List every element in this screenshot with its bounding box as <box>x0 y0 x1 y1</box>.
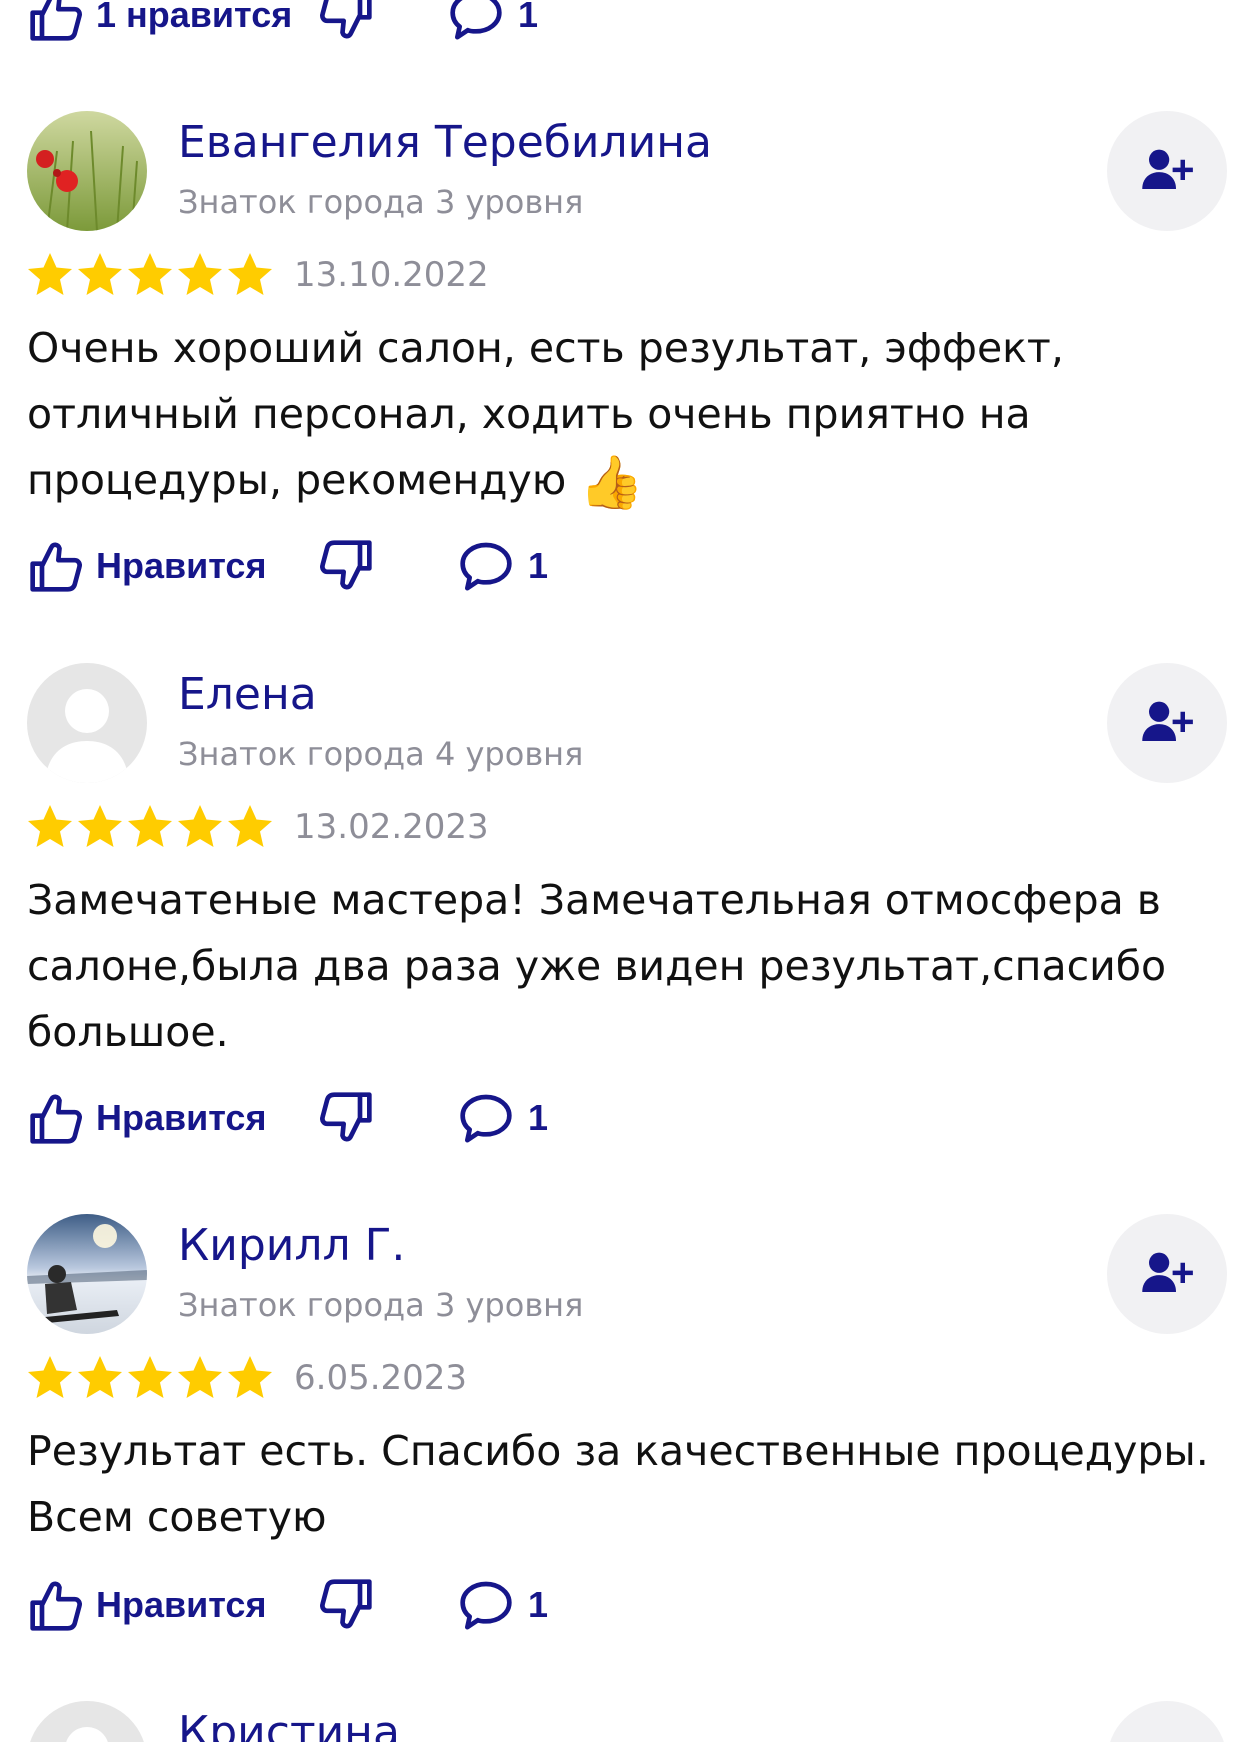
comments-count: 1 <box>528 1584 549 1625</box>
review-date: 13.10.2022 <box>294 255 489 295</box>
author-level: Знаток города 3 уровня <box>178 183 584 221</box>
thumb-up-icon <box>28 538 84 594</box>
dislike-button[interactable] <box>318 0 448 50</box>
review-text-body: Очень хороший салон, есть результат, эфф… <box>27 324 1064 504</box>
author-name[interactable]: Кирилл Г. <box>178 1220 405 1273</box>
top-review-actions: 1 нравится 1 <box>28 0 538 50</box>
add-user-icon <box>1140 696 1194 750</box>
comments-button[interactable]: 1 <box>458 1570 548 1640</box>
rating: 6.05.2023 <box>26 1350 467 1406</box>
subscribe-button[interactable] <box>1107 1701 1227 1742</box>
like-button[interactable]: Нравится <box>28 1570 318 1640</box>
thumbs-up-emoji: 👍 <box>579 453 645 513</box>
default-avatar-silhouette <box>27 1701 147 1742</box>
comments-button[interactable]: 1 <box>448 0 538 50</box>
star-icon <box>176 803 224 851</box>
star-icon <box>26 803 74 851</box>
like-button[interactable]: Нравится <box>28 531 318 601</box>
star-icon <box>226 1354 274 1402</box>
like-label: Нравится <box>96 1584 267 1625</box>
default-avatar-silhouette <box>27 663 147 783</box>
add-user-icon <box>1140 144 1194 198</box>
comments-count: 1 <box>528 545 549 586</box>
author-level: Знаток города 4 уровня <box>178 735 584 773</box>
star-rating <box>26 251 276 299</box>
dislike-button[interactable] <box>318 1570 458 1640</box>
review-actions: Нравится 1 <box>28 531 548 601</box>
review-actions: Нравится 1 <box>28 1083 548 1153</box>
avatar[interactable] <box>27 1214 147 1334</box>
subscribe-button[interactable] <box>1107 1214 1227 1334</box>
star-icon <box>126 1354 174 1402</box>
thumb-up-icon <box>28 1090 84 1146</box>
like-button[interactable]: 1 нравится <box>28 0 318 50</box>
star-icon <box>176 1354 224 1402</box>
star-icon <box>226 251 274 299</box>
rating: 13.10.2022 <box>26 247 489 303</box>
dislike-button[interactable] <box>318 531 458 601</box>
comment-icon <box>458 1090 514 1146</box>
review-text: Замечатеные мастера! Замечательная отмос… <box>27 876 1167 1056</box>
comments-button[interactable]: 1 <box>458 1083 548 1153</box>
thumb-down-icon <box>318 1090 374 1146</box>
thumb-up-icon <box>28 0 84 43</box>
thumb-down-icon <box>318 0 374 43</box>
star-icon <box>26 1354 74 1402</box>
review-actions: Нравится 1 <box>28 1570 548 1640</box>
star-icon <box>126 251 174 299</box>
add-user-icon <box>1140 1247 1194 1301</box>
subscribe-button[interactable] <box>1107 663 1227 783</box>
snowboarder-photo <box>27 1214 147 1334</box>
comments-count: 1 <box>528 1097 549 1138</box>
author-name[interactable]: Евангелия Теребилина <box>178 117 712 170</box>
thumb-up-icon <box>28 1577 84 1633</box>
star-icon <box>76 251 124 299</box>
star-icon <box>76 1354 124 1402</box>
star-rating <box>26 1354 276 1402</box>
comments-count: 1 <box>518 0 539 35</box>
star-icon <box>226 803 274 851</box>
thumb-down-icon <box>318 538 374 594</box>
avatar[interactable] <box>27 1701 147 1742</box>
poppy-field-photo <box>27 111 147 231</box>
review-text: Очень хороший салон, есть результат, эфф… <box>27 315 1227 516</box>
author-name[interactable]: Елена <box>178 669 317 722</box>
like-label: Нравится <box>96 1097 267 1138</box>
like-button[interactable]: Нравится <box>28 1083 318 1153</box>
review-date: 6.05.2023 <box>294 1358 468 1398</box>
star-icon <box>176 251 224 299</box>
like-label: Нравится <box>96 545 267 586</box>
comment-icon <box>458 538 514 594</box>
review-date: 13.02.2023 <box>294 807 489 847</box>
subscribe-button[interactable] <box>1107 111 1227 231</box>
review-text: Результат есть. Спасибо за качественные … <box>27 1427 1209 1541</box>
rating: 13.02.2023 <box>26 799 489 855</box>
avatar[interactable] <box>27 663 147 783</box>
comments-button[interactable]: 1 <box>458 531 548 601</box>
star-icon <box>126 803 174 851</box>
dislike-button[interactable] <box>318 1083 458 1153</box>
comment-icon <box>458 1577 514 1633</box>
comment-icon <box>448 0 504 43</box>
thumb-down-icon <box>318 1577 374 1633</box>
author-level: Знаток города 3 уровня <box>178 1286 584 1324</box>
star-rating <box>26 803 276 851</box>
like-label: 1 нравится <box>96 0 293 35</box>
star-icon <box>26 251 74 299</box>
author-name[interactable]: Кристина <box>178 1707 400 1742</box>
avatar[interactable] <box>27 111 147 231</box>
star-icon <box>76 803 124 851</box>
